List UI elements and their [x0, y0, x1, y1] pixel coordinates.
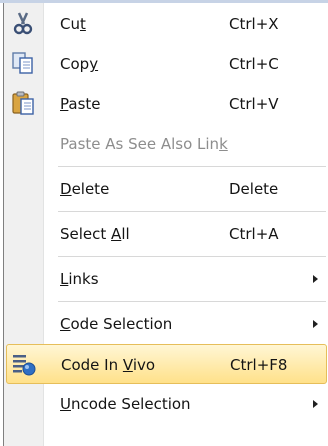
menu-separator — [58, 166, 326, 167]
copy-icon — [12, 52, 33, 74]
menu-item-shortcut: Ctrl+V — [229, 95, 279, 113]
menu-item-code-selection[interactable]: Code Selection — [6, 304, 327, 344]
menu-item-label: Cut — [60, 15, 86, 33]
menu-item-label: Paste As See Also Link — [60, 135, 228, 153]
menu-item-uncode-selection[interactable]: Uncode Selection — [6, 384, 327, 424]
code-in-vivo-icon — [13, 355, 36, 376]
scissors-icon — [13, 12, 33, 35]
menu-item-label: Copy — [60, 55, 99, 73]
menu-item-shortcut: Ctrl+A — [229, 225, 279, 243]
menu-item-paste-as-see-also-link[interactable]: Paste As See Also Link — [6, 124, 327, 164]
menu-item-label: Code In Vivo — [61, 356, 156, 374]
menu-item-code-in-vivo[interactable]: Code In Vivo Ctrl+F8 — [6, 344, 327, 384]
menu-item-label: Delete — [60, 180, 110, 198]
menu-item-shortcut: Ctrl+F8 — [230, 356, 288, 374]
menu-item-delete[interactable]: Delete Delete — [6, 169, 327, 209]
menu-item-select-all[interactable]: Select All Ctrl+A — [6, 214, 327, 254]
menu-separator — [58, 211, 326, 212]
menu-item-shortcut: Delete — [229, 180, 279, 198]
menu-item-shortcut: Ctrl+C — [229, 55, 279, 73]
submenu-arrow-icon — [313, 400, 318, 408]
menu-item-label: Uncode Selection — [60, 395, 191, 413]
submenu-arrow-icon — [313, 275, 318, 283]
menu-separator — [58, 301, 326, 302]
paste-icon — [12, 91, 34, 115]
menu-item-links[interactable]: Links — [6, 259, 327, 299]
menu-item-cut[interactable]: Cut Ctrl+X — [6, 4, 327, 44]
menu-item-paste[interactable]: Paste Ctrl+V — [6, 84, 327, 124]
menu-item-copy[interactable]: Copy Ctrl+C — [6, 44, 327, 84]
menu-separator — [58, 256, 326, 257]
menu-item-label: Code Selection — [60, 315, 173, 333]
context-menu: Cut Ctrl+X Copy Ctrl+C Paste Ctrl+V Past… — [3, 3, 328, 446]
menu-item-label: Select All — [60, 225, 130, 243]
menu-item-label: Paste — [60, 95, 101, 113]
menu-item-shortcut: Ctrl+X — [229, 15, 279, 33]
submenu-arrow-icon — [313, 320, 318, 328]
menu-item-label: Links — [60, 270, 99, 288]
